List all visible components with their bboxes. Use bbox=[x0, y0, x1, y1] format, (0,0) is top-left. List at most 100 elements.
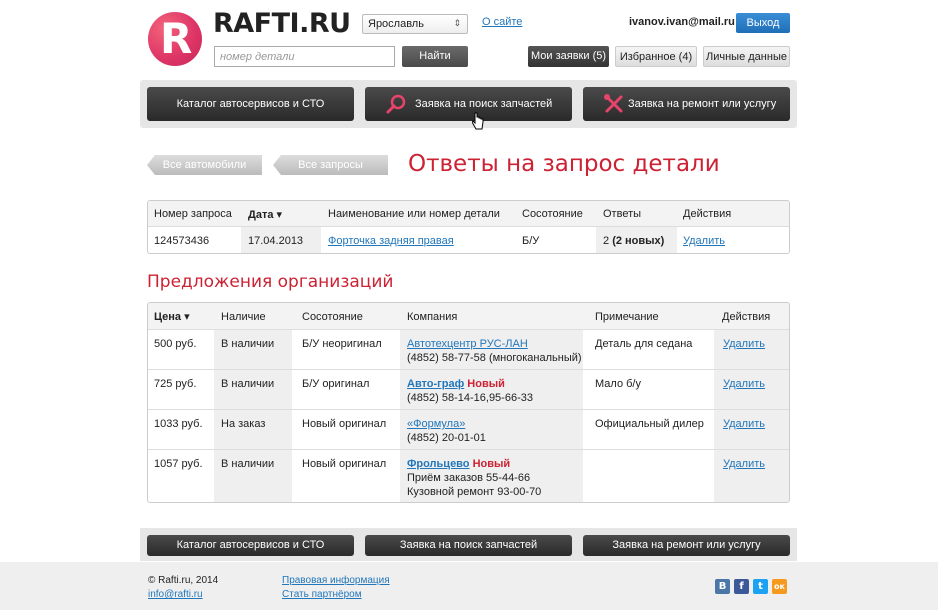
part-name-link[interactable]: Форточка задняя правая bbox=[328, 235, 454, 247]
sort-down-icon: ▾ bbox=[184, 311, 190, 323]
footer-copyright: © Rafti.ru, 2014 bbox=[148, 575, 219, 586]
offer-company: «Формула» (4852) 20-01-01 bbox=[407, 417, 486, 445]
company-phone: (4852) 58-14-16,95-66-33 bbox=[407, 392, 533, 404]
offer-availability: На заказ bbox=[221, 418, 266, 430]
request-condition: Б/У bbox=[522, 235, 540, 247]
company-link[interactable]: «Формула» bbox=[407, 418, 465, 430]
col-actions: Действия bbox=[683, 208, 732, 220]
offer-availability: В наличии bbox=[221, 338, 275, 350]
bottom-nav-repair-request[interactable]: Заявка на ремонт или услугу bbox=[583, 535, 790, 556]
col-date-label: Дата bbox=[248, 209, 274, 221]
chevron-up-down-icon: ⇕ bbox=[453, 18, 461, 28]
offer-price: 500 руб. bbox=[154, 338, 197, 350]
offer-availability: В наличии bbox=[221, 458, 275, 470]
breadcrumb-all-requests[interactable]: Все запросы bbox=[273, 155, 388, 175]
row-divider bbox=[148, 369, 789, 370]
answers-new: (2 новых) bbox=[612, 235, 665, 247]
search-input[interactable]: номер детали bbox=[214, 46, 395, 67]
company-link[interactable]: Автотехцентр РУС-ЛАН bbox=[407, 338, 528, 350]
magnifier-icon bbox=[386, 94, 406, 114]
offer-note: Деталь для седана bbox=[595, 338, 693, 350]
offer-note: Мало б/у bbox=[595, 378, 641, 390]
footer-email-link[interactable]: info@rafti.ru bbox=[148, 589, 203, 600]
tab-my-orders[interactable]: Мои заявки (5) bbox=[528, 46, 609, 67]
nav-parts-request-button[interactable]: Заявка на поиск запчастей bbox=[365, 87, 572, 121]
company-phone: (4852) 20-01-01 bbox=[407, 432, 486, 444]
new-badge: Новый bbox=[472, 458, 511, 470]
wrench-screwdriver-icon bbox=[604, 94, 623, 113]
offer-company: Автотехцентр РУС-ЛАН (4852) 58-77-58 (мно… bbox=[407, 337, 582, 365]
col-answers: Ответы bbox=[603, 208, 642, 220]
availability-column-bg bbox=[214, 330, 292, 502]
logout-button[interactable]: Выход bbox=[736, 13, 790, 33]
company-phone: Приём заказов 55-44-66 Кузовной ремонт 9… bbox=[407, 472, 542, 498]
offer-condition: Новый оригинал bbox=[302, 418, 387, 430]
nav-catalog-button[interactable]: Каталог автосервисов и СТО bbox=[147, 87, 354, 121]
col-actions: Действия bbox=[722, 311, 771, 323]
nav-repair-request-button[interactable]: Заявка на ремонт или услугу bbox=[583, 87, 790, 121]
request-table: Номер запроса Дата ▾ Наименование или но… bbox=[147, 200, 790, 254]
offer-price: 1057 руб. bbox=[154, 458, 203, 470]
offer-company: Авто-граф Новый (4852) 58-14-16,95-66-33 bbox=[407, 377, 533, 405]
city-select[interactable]: Ярославль ⇕ bbox=[362, 14, 468, 34]
answers-total: 2 bbox=[603, 235, 610, 247]
facebook-icon[interactable]: f bbox=[734, 579, 749, 594]
bottom-nav-parts-request[interactable]: Заявка на поиск запчастей bbox=[365, 535, 572, 556]
nav-repair-request-label: Заявка на ремонт или услугу bbox=[628, 98, 777, 110]
offer-condition: Новый оригинал bbox=[302, 458, 387, 470]
col-company: Компания bbox=[407, 311, 458, 323]
company-link[interactable]: Авто-граф bbox=[407, 378, 464, 390]
col-note: Примечание bbox=[595, 311, 659, 323]
twitter-icon[interactable]: t bbox=[753, 579, 768, 594]
new-badge: Новый bbox=[467, 378, 505, 390]
col-request-number: Номер запроса bbox=[154, 208, 232, 220]
delete-offer-link[interactable]: Удалить bbox=[723, 457, 765, 471]
header bbox=[0, 0, 938, 80]
logo-icon[interactable]: R bbox=[148, 12, 202, 66]
tab-favorites[interactable]: Избранное (4) bbox=[615, 46, 697, 67]
bottom-nav-catalog[interactable]: Каталог автосервисов и СТО bbox=[147, 535, 354, 556]
col-availability: Наличие bbox=[221, 311, 266, 323]
offers-section-title: Предложения организаций bbox=[147, 272, 394, 292]
cursor-hand-icon bbox=[472, 112, 484, 130]
row-divider bbox=[148, 409, 789, 410]
offers-table: Цена ▾ Наличие Сосотояние Компания Приме… bbox=[147, 302, 790, 503]
answers-count: 2 (2 новых) bbox=[603, 235, 664, 247]
offer-condition: Б/У неоригинал bbox=[302, 338, 382, 350]
request-number: 124573436 bbox=[154, 235, 210, 247]
company-link[interactable]: Фрольцево bbox=[407, 458, 470, 470]
delete-offer-link[interactable]: Удалить bbox=[723, 377, 765, 391]
col-condition: Сосотояние bbox=[522, 208, 583, 220]
delete-request-link[interactable]: Удалить bbox=[683, 235, 725, 247]
col-part-name: Наименование или номер детали bbox=[328, 208, 500, 220]
odnoklassniki-icon[interactable]: ок bbox=[772, 579, 787, 594]
vk-icon[interactable]: В bbox=[715, 579, 730, 594]
footer-legal-link[interactable]: Правовая информация bbox=[282, 575, 390, 586]
tab-personal-data[interactable]: Личные данные bbox=[703, 46, 790, 67]
breadcrumb-all-cars[interactable]: Все автомобили bbox=[147, 155, 262, 175]
logo-letter: R bbox=[160, 14, 193, 63]
sort-down-icon: ▾ bbox=[276, 209, 283, 221]
offer-availability: В наличии bbox=[221, 378, 275, 390]
col-price-sort[interactable]: Цена ▾ bbox=[154, 310, 190, 324]
actions-column-bg bbox=[714, 330, 789, 502]
user-email: ivanov.ivan@mail.ru bbox=[629, 16, 735, 28]
delete-offer-link[interactable]: Удалить bbox=[723, 417, 765, 431]
company-phone: (4852) 58-77-58 (многоканальный) bbox=[407, 352, 582, 364]
offer-note: Официальный дилер bbox=[595, 418, 704, 430]
nav-parts-request-label: Заявка на поиск запчастей bbox=[415, 98, 553, 110]
search-button[interactable]: Найти bbox=[402, 46, 468, 67]
col-condition: Сосотояние bbox=[302, 311, 363, 323]
col-date-sort[interactable]: Дата ▾ bbox=[248, 208, 282, 221]
row-divider bbox=[148, 449, 789, 450]
offer-price: 725 руб. bbox=[154, 378, 197, 390]
about-link[interactable]: О сайте bbox=[482, 16, 522, 28]
footer-partner-link[interactable]: Стать партнёром bbox=[282, 589, 362, 600]
offer-condition: Б/У оригинал bbox=[302, 378, 370, 390]
delete-offer-link[interactable]: Удалить bbox=[723, 337, 765, 351]
offer-price: 1033 руб. bbox=[154, 418, 203, 430]
logo-text[interactable]: RAFTI.RU bbox=[213, 8, 351, 39]
request-date: 17.04.2013 bbox=[248, 235, 304, 247]
city-value: Ярославль bbox=[368, 18, 424, 30]
offer-company: Фрольцево Новый Приём заказов 55-44-66 Ку… bbox=[407, 457, 577, 499]
